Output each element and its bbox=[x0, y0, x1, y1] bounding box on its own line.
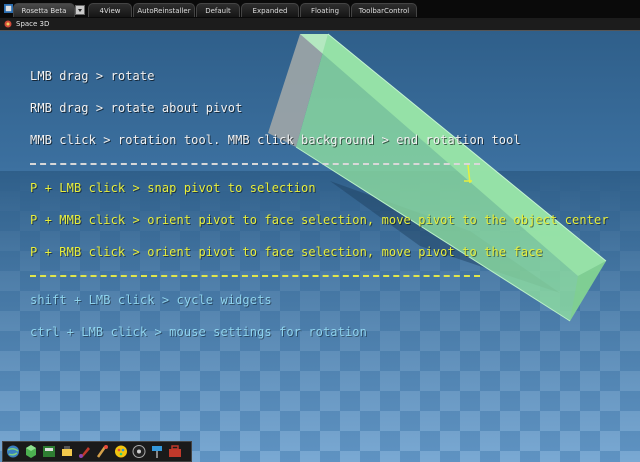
tab-dropdown-button[interactable] bbox=[75, 5, 85, 15]
toolbox-icon[interactable] bbox=[168, 444, 182, 459]
paint-roller-icon[interactable] bbox=[150, 444, 164, 459]
divider-white bbox=[30, 163, 480, 165]
hint-rmb-drag: RMB drag > rotate about pivot bbox=[30, 101, 243, 115]
tab-floating[interactable]: Floating bbox=[300, 3, 350, 17]
tools-icon[interactable] bbox=[42, 444, 56, 459]
top-tab-bar: Rosetta Beta 7.61 4View AutoReinstaller … bbox=[0, 0, 640, 29]
divider-yellow bbox=[30, 275, 480, 277]
hint-p-lmb-click: P + LMB click > snap pivot to selection bbox=[30, 181, 316, 195]
magnet-icon[interactable] bbox=[114, 444, 128, 459]
tab-4view[interactable]: 4View bbox=[88, 3, 132, 17]
hint-p-rmb-click: P + RMB click > orient pivot to face sel… bbox=[30, 245, 543, 259]
bottom-toolbar bbox=[2, 441, 192, 462]
cube-icon[interactable] bbox=[24, 444, 38, 459]
hint-lmb-drag: LMB drag > rotate bbox=[30, 69, 155, 83]
brush-icon[interactable] bbox=[60, 444, 74, 459]
viewport-title: Space 3D bbox=[16, 20, 50, 28]
hint-ctrl-lmb-click: ctrl + LMB click > mouse settings for ro… bbox=[30, 325, 367, 339]
paint-icon[interactable] bbox=[78, 444, 92, 459]
hint-shift-lmb-click: shift + LMB click > cycle widgets bbox=[30, 293, 272, 307]
tab-toolbarcontrol[interactable]: ToolbarControl bbox=[351, 3, 417, 17]
app-logo-icon bbox=[4, 4, 13, 13]
globe-icon[interactable] bbox=[6, 444, 20, 459]
wheel-icon[interactable] bbox=[132, 444, 146, 459]
viewport-3d-scene[interactable]: LMB drag > rotate RMB drag > rotate abou… bbox=[0, 31, 640, 462]
viewport-space-icon[interactable] bbox=[4, 20, 12, 28]
hint-p-mmb-click: P + MMB click > orient pivot to face sel… bbox=[30, 213, 609, 227]
viewport-header: Space 3D bbox=[0, 18, 640, 31]
tab-app-title[interactable]: Rosetta Beta 7.61 bbox=[13, 3, 75, 29]
tab-expanded[interactable]: Expanded bbox=[241, 3, 299, 17]
palette-icon[interactable] bbox=[96, 444, 110, 459]
tab-default[interactable]: Default bbox=[196, 3, 240, 17]
hint-mmb-click: MMB click > rotation tool. MMB click bac… bbox=[30, 133, 521, 147]
tab-autoreinstaller[interactable]: AutoReinstaller bbox=[133, 3, 195, 17]
